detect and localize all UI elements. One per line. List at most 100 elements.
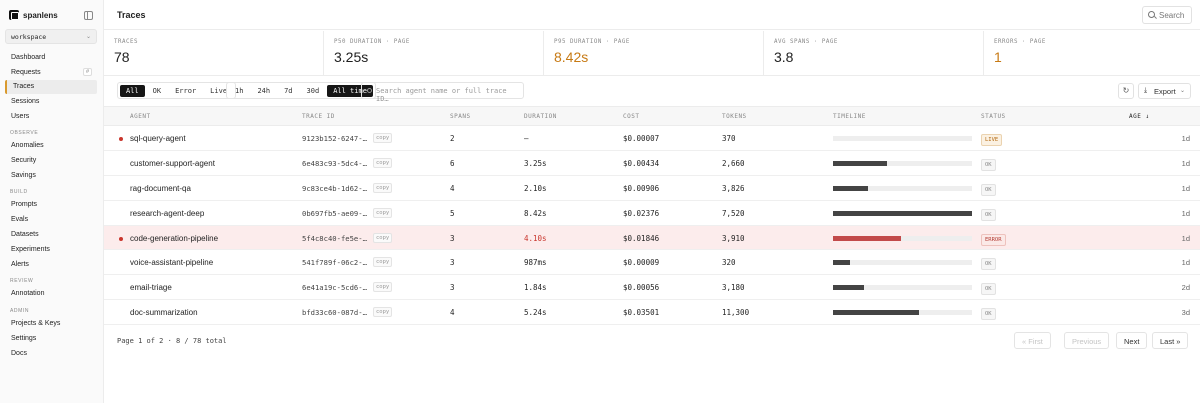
sidebar-item-docs[interactable]: Docs	[5, 347, 97, 361]
sidebar-item-projects-keys[interactable]: Projects & Keys	[5, 317, 97, 331]
pagination: Page 1 of 2 · 8 / 78 total « First Previ…	[104, 332, 1200, 352]
table-row[interactable]: voice-assistant-pipeline 541f789f-06c2-… c…	[104, 250, 1200, 276]
sidebar-item-users[interactable]: Users	[5, 110, 97, 124]
column-agent[interactable]: AGENT	[130, 113, 151, 120]
table-row[interactable]: sql-query-agent 9123b152-6247-… copy 2 — $0.0…	[104, 126, 1200, 151]
export-button[interactable]: ⤓ Export ⌄	[1138, 83, 1191, 99]
sidebar-item-settings[interactable]: Settings	[5, 332, 97, 346]
workspace-selector[interactable]: workspace ⌄	[5, 29, 97, 44]
timeline-bar	[833, 260, 972, 266]
next-page-button[interactable]: Next	[1116, 332, 1148, 349]
status-badge: OK	[981, 308, 996, 321]
sidebar-item-evals[interactable]: Evals	[5, 213, 97, 227]
copy-trace-id-button[interactable]: copy	[373, 232, 393, 243]
age: 1d	[1181, 134, 1190, 143]
age: 2d	[1181, 283, 1190, 293]
agent-name: customer-support-agent	[130, 158, 215, 168]
tokens: 2,660	[722, 158, 745, 168]
trace-id: 9123b152-6247-…	[302, 134, 367, 143]
sidebar-item-label: Projects & Keys	[11, 320, 61, 327]
last-page-button[interactable]: Last »	[1152, 332, 1189, 349]
copy-trace-id-button[interactable]: copy	[373, 282, 393, 293]
filter-status-error[interactable]: Error	[169, 85, 202, 97]
agent-name: email-triage	[130, 283, 172, 293]
stat-value: 8.42s	[554, 49, 589, 65]
timeline-fill	[833, 285, 864, 291]
sidebar-item-security[interactable]: Security	[5, 154, 97, 168]
global-search-label: Search	[1159, 11, 1185, 20]
sidebar-item-sessions[interactable]: Sessions	[5, 95, 97, 109]
spans-count: 4	[450, 183, 455, 193]
table-body: sql-query-agent 9123b152-6247-… copy 2 — $0.0…	[104, 126, 1200, 326]
table-header: AGENT TRACE ID SPANS DURATION COST TOKEN…	[104, 106, 1200, 126]
status-badge: OK	[981, 183, 996, 196]
table-row[interactable]: doc-summarization bfd33c60-087d-… copy 4 5.2…	[104, 300, 1200, 326]
table-row[interactable]: code-generation-pipeline 5f4c8c40-fe5e-… c…	[104, 225, 1200, 251]
global-search-button[interactable]: Search	[1142, 6, 1192, 24]
column-duration[interactable]: DURATION	[524, 113, 557, 120]
range-24h[interactable]: 24h	[251, 85, 276, 97]
sidebar-item-requests[interactable]: Requests #	[5, 66, 97, 80]
sidebar-item-prompts[interactable]: Prompts	[5, 198, 97, 212]
stat-p50-duration: P50 DURATION · PAGE 3.25s	[324, 31, 544, 76]
column-cost[interactable]: COST	[623, 113, 639, 120]
timeline-bar	[833, 210, 972, 216]
section-build: BUILD	[10, 189, 28, 195]
sidebar-item-label: Prompts	[11, 201, 38, 208]
first-page-button[interactable]: « First	[1014, 332, 1051, 349]
shortcut-badge: #	[82, 68, 92, 76]
sidebar-item-anomalies[interactable]: Anomalies	[5, 139, 97, 153]
sidebar-item-annotation[interactable]: Annotation	[5, 287, 97, 301]
trace-search-input[interactable]: Search agent name or full trace ID…	[361, 82, 524, 103]
duration: 987ms	[524, 258, 547, 268]
traces-table: AGENT TRACE ID SPANS DURATION COST TOKEN…	[104, 106, 1200, 326]
table-row[interactable]: rag-document-qa 9c83ce4b-1d62-… copy 4 2.10s…	[104, 176, 1200, 201]
tokens: 7,520	[722, 208, 745, 218]
sidebar-item-alerts[interactable]: Alerts	[5, 258, 97, 272]
table-row[interactable]: email-triage 6e41a19c-5cd6-… copy 3 1.84s $0.…	[104, 275, 1200, 301]
copy-trace-id-button[interactable]: copy	[373, 307, 393, 318]
copy-trace-id-button[interactable]: copy	[373, 257, 393, 268]
column-timeline[interactable]: TIMELINE	[833, 113, 866, 120]
tokens: 320	[722, 258, 736, 268]
cost: $0.00434	[623, 158, 660, 168]
spans-count: 3	[450, 283, 455, 293]
table-row[interactable]: research-agent-deep 0b697fb5-ae09-… copy 5 8…	[104, 201, 1200, 226]
refresh-button[interactable]: ↻	[1118, 83, 1134, 99]
column-tokens[interactable]: TOKENS	[722, 113, 747, 120]
sidebar-item-experiments[interactable]: Experiments	[5, 243, 97, 257]
sidebar-item-label: Traces	[13, 83, 35, 90]
sidebar-toggle-icon[interactable]	[84, 11, 93, 20]
tokens: 370	[722, 134, 736, 143]
filter-status-all[interactable]: All	[120, 85, 145, 97]
page-title: Traces	[117, 10, 146, 20]
table-row[interactable]: customer-support-agent 6e483c93-5dc4-… cop…	[104, 151, 1200, 176]
copy-trace-id-button[interactable]: copy	[373, 182, 393, 193]
tokens: 3,826	[722, 183, 745, 193]
timeline-bar	[833, 285, 972, 291]
cost: $0.03501	[623, 308, 660, 318]
column-trace-id[interactable]: TRACE ID	[302, 113, 335, 120]
column-status[interactable]: STATUS	[981, 113, 1006, 120]
range-1h[interactable]: 1h	[229, 85, 249, 97]
tokens: 3,180	[722, 283, 745, 293]
range-7d[interactable]: 7d	[278, 85, 298, 97]
duration: 1.84s	[524, 283, 547, 293]
sidebar-item-traces[interactable]: Traces	[5, 80, 97, 94]
filter-status-ok[interactable]: OK	[147, 85, 167, 97]
agent-name: sql-query-agent	[130, 134, 186, 143]
sidebar-item-datasets[interactable]: Datasets	[5, 228, 97, 242]
copy-trace-id-button[interactable]: copy	[373, 207, 393, 218]
copy-trace-id-button[interactable]: copy	[373, 157, 393, 168]
chevron-down-icon: ⌄	[1179, 88, 1185, 94]
column-spans[interactable]: SPANS	[450, 113, 471, 120]
column-age[interactable]: AGE ↓	[1129, 113, 1150, 120]
range-30d[interactable]: 30d	[301, 85, 326, 97]
timeline-fill	[833, 160, 888, 166]
brand[interactable]: spanlens	[9, 10, 58, 20]
sidebar-item-savings[interactable]: Savings	[5, 169, 97, 183]
copy-trace-id-button[interactable]: copy	[373, 133, 393, 143]
sidebar-item-dashboard[interactable]: Dashboard	[5, 51, 97, 65]
previous-page-button[interactable]: Previous	[1064, 332, 1110, 349]
age: 1d	[1181, 208, 1190, 218]
